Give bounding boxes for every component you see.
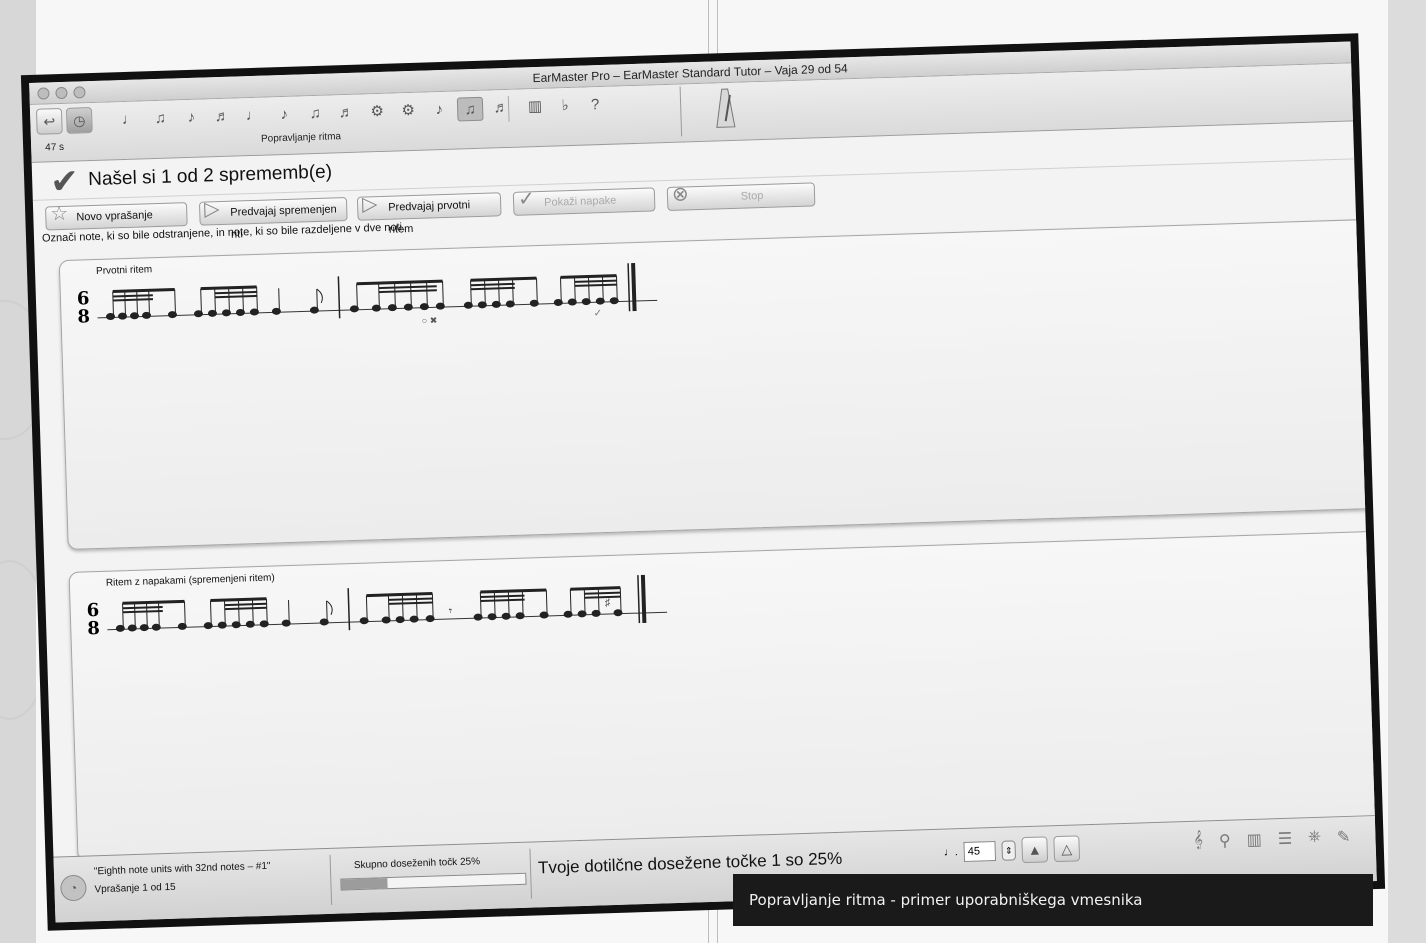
play-icon: ▷: [361, 193, 378, 216]
found-changes-text: Našel si 1 od 2 sprememb(e): [87, 161, 333, 191]
toolbar-stats-group: ▥ ♭ ?: [522, 93, 609, 120]
help-icon[interactable]: ?: [582, 93, 609, 118]
final-bar-line-thick: [640, 574, 647, 623]
total-points-progress-fill: [341, 878, 388, 890]
note-group[interactable]: [203, 597, 269, 630]
chord-icon[interactable]: ♫: [147, 106, 174, 131]
inversion-icon[interactable]: ♪: [178, 105, 205, 130]
metronome-icon[interactable]: [706, 87, 745, 130]
harmony-icon[interactable]: ♪: [271, 103, 298, 128]
stop-button[interactable]: ⊗ Stop: [666, 182, 816, 211]
note-group[interactable]: [359, 592, 435, 625]
eighth-rest[interactable]: 𝄾: [449, 604, 453, 618]
note-group[interactable]: [473, 588, 549, 621]
exercise-name: "Eighth note units with 32nd notes – #1": [93, 860, 271, 878]
removed-note-marker: ○ ✖: [422, 315, 438, 325]
total-points-label: Skupno doseženih točk 25%: [353, 856, 481, 872]
exercise-type-group: ♩ ♫ ♪ ♬ ♩ ♪ ♫ ♬ ⚙ ⚙ ♪ ♫ ♬: [116, 96, 515, 132]
play-icon: ▷: [203, 198, 220, 221]
pitch-icon[interactable]: ♫: [302, 102, 329, 127]
instrument-icons: 𝄞 ⚲ ▥ ☰ ⎈ ✎: [1193, 827, 1350, 852]
play-changed-rhythm-button[interactable]: ▷ Predvajaj spremenjen ritı: [198, 197, 348, 241]
time-signature-bottom: 8: [87, 618, 100, 639]
progression-icon[interactable]: ♬: [333, 101, 360, 126]
correct-mark-icon: ✓: [593, 308, 602, 319]
rhythm-dictation-icon[interactable]: ♬: [488, 96, 515, 121]
original-rhythm-panel: Prvotni ritem 6 8 ○ ✖ ✓: [58, 218, 1377, 550]
microphone-icon[interactable]: ✎: [1337, 827, 1351, 847]
back-icon[interactable]: ↩: [35, 107, 63, 135]
guitar-icon[interactable]: ⚲: [1219, 831, 1231, 851]
toolbar-left-group: ↩ ◷: [35, 107, 93, 135]
svg-text:♯: ♯: [605, 597, 611, 609]
note-group[interactable]: [193, 285, 259, 318]
staff-input-icon[interactable]: 𝄞: [1193, 831, 1203, 851]
scale-icon[interactable]: ♬: [209, 105, 236, 130]
page-right-margin: [1388, 0, 1426, 943]
melody-icon[interactable]: ♩: [240, 104, 267, 129]
screenshot-frame: EarMaster Pro – EarMaster Standard Tutor…: [20, 33, 1386, 931]
metronome-off-icon[interactable]: △: [1053, 835, 1081, 863]
changed-rhythm-panel: Ritem z napakami (spremenjeni ritem) 6 8: [68, 530, 1377, 862]
timer-readout: 47 s: [45, 141, 65, 154]
question-counter: Vprašanje 1 od 15: [94, 881, 176, 896]
ear-icon[interactable]: ♭: [552, 94, 579, 119]
rhythm-correction-icon[interactable]: ♫: [456, 96, 484, 122]
star-icon: ☆: [49, 202, 69, 226]
bar-line: [347, 588, 351, 631]
final-bar-line: [627, 263, 631, 312]
gear-icon[interactable]: ⚙: [364, 100, 391, 125]
timer-icon[interactable]: ◷: [65, 107, 93, 134]
exercise-caption: Popravljanje ritma: [260, 131, 342, 145]
bar-line: [337, 276, 341, 319]
tempo-input[interactable]: 45: [963, 840, 997, 862]
tempo-stepper[interactable]: ⇕: [1001, 840, 1017, 861]
new-question-label: Novo vprašanje: [76, 209, 153, 224]
show-errors-button[interactable]: ✓ Pokaži napake: [512, 187, 656, 216]
zoom-window-button[interactable]: [73, 86, 86, 99]
quarter-note[interactable]: [281, 600, 291, 627]
mixer-icon[interactable]: ☰: [1277, 829, 1293, 849]
statistics-icon[interactable]: ▥: [522, 95, 549, 120]
final-bar-line-thick: [631, 263, 637, 312]
note-group[interactable]: [106, 288, 177, 321]
quarter-note[interactable]: [271, 288, 281, 315]
checkmark-icon: ✔: [49, 162, 80, 202]
show-errors-label: Pokaži napake: [543, 194, 617, 209]
window-controls: [37, 86, 86, 100]
stop-x-icon: ⊗: [671, 183, 690, 206]
piano-keys-icon[interactable]: ▥: [1246, 830, 1262, 850]
note-group[interactable]: [553, 274, 619, 306]
note-group[interactable]: [115, 599, 187, 632]
tempo-control: ♩. 45 ⇕ ▲ △: [943, 835, 1081, 865]
total-points-progress: [340, 872, 527, 891]
original-rhythm-staff[interactable]: 6 8 ○ ✖ ✓: [66, 252, 668, 341]
minimize-window-button[interactable]: [55, 86, 68, 100]
close-window-button[interactable]: [37, 87, 50, 100]
settings-icon[interactable]: ⚙: [395, 99, 422, 124]
interval-icon[interactable]: ♩: [116, 107, 143, 132]
note-group[interactable]: ♯: [563, 586, 623, 618]
figure-caption: Popravljanje ritma - primer uporabniškeg…: [733, 874, 1373, 926]
stop-label: Stop: [740, 189, 764, 203]
toolbar-divider: [679, 86, 683, 137]
eighth-note[interactable]: [319, 600, 333, 626]
time-signature-bottom: 8: [77, 306, 90, 327]
exercise-icon[interactable]: ◔: [60, 874, 87, 902]
rhythm-clap-icon[interactable]: ♪: [426, 98, 453, 123]
note-group[interactable]: [463, 276, 539, 309]
new-question-button[interactable]: ☆ Novo vprašanje: [45, 202, 188, 231]
metronome-on-icon[interactable]: ▲: [1021, 836, 1049, 864]
midi-icon[interactable]: ⎈: [1308, 828, 1321, 848]
eighth-note[interactable]: [309, 288, 323, 314]
dotted-quarter-icon: ♩.: [943, 846, 959, 859]
check-icon: ✓: [517, 188, 536, 211]
final-bar-line: [637, 575, 641, 624]
play-original-rhythm-button[interactable]: ▷ Predvajaj prvotni ritem: [356, 192, 502, 236]
status-divider: [529, 848, 533, 899]
app-window: EarMaster Pro – EarMaster Standard Tutor…: [29, 41, 1377, 923]
